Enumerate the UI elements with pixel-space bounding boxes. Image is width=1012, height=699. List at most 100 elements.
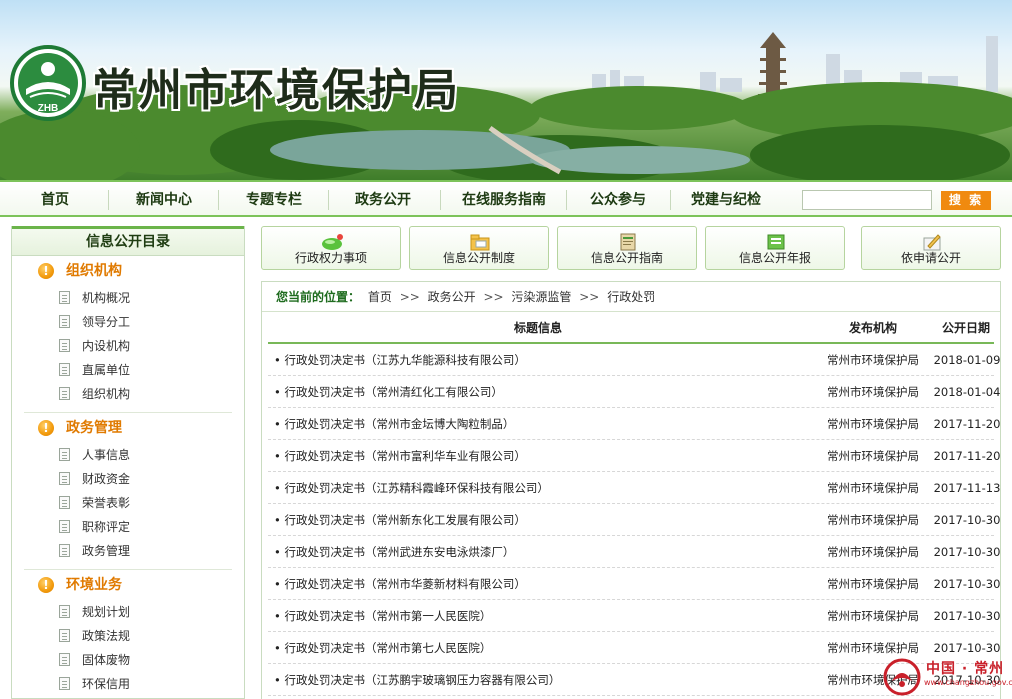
nav-news[interactable]: 新闻中心 — [122, 190, 206, 210]
sidebar-item-label: 荣誉表彰 — [82, 496, 131, 510]
document-icon — [59, 448, 70, 461]
row-date: 2017-10-30 — [933, 577, 1001, 591]
row-org: 常州市环境保护局 — [827, 417, 919, 431]
row-title-link[interactable]: • 行政处罚决定书（常州市第一人民医院） — [274, 600, 814, 632]
document-icon — [59, 677, 70, 690]
document-icon — [59, 520, 70, 533]
document-icon — [59, 544, 70, 557]
sidebar-item-label: 环保信用 — [82, 677, 131, 691]
sidebar-item-label: 职称评定 — [82, 520, 131, 534]
document-icon — [59, 653, 70, 666]
sidebar-item[interactable]: 职称评定 — [12, 515, 244, 539]
column-header-title: 标题信息 — [513, 321, 562, 335]
sidebar-item[interactable]: 内设机构 — [12, 334, 244, 358]
row-title-link[interactable]: • 行政处罚决定书（江苏九华能源科技有限公司） — [274, 344, 814, 376]
sidebar-item-label: 财政资金 — [82, 472, 131, 486]
table-row: • 行政处罚决定书（常州市金坛博大陶粒制品） 常州市环境保护局 2017-11-… — [268, 408, 1000, 440]
quick-button-annual-report[interactable]: 信息公开年报 — [705, 226, 845, 270]
sidebar-item[interactable]: 领导分工 — [12, 310, 244, 334]
breadcrumb-separator: >> — [399, 290, 420, 304]
sidebar-item[interactable]: 组织机构 — [12, 382, 244, 406]
row-org: 常州市环境保护局 — [827, 385, 919, 399]
row-title-link[interactable]: • 行政处罚决定书（常州清红化工有限公司） — [274, 376, 814, 408]
search-input[interactable] — [802, 190, 932, 210]
row-org: 常州市环境保护局 — [827, 481, 919, 495]
document-icon — [59, 629, 70, 642]
quick-button-disclosure-system[interactable]: 信息公开制度 — [409, 226, 549, 270]
table-row: • 行政处罚决定书（江苏精科霞峰环保科技有限公司） 常州市环境保护局 2017-… — [268, 472, 1000, 504]
exclamation-icon: ! — [38, 420, 54, 436]
nav-party-discipline[interactable]: 党建与纪检 — [680, 190, 772, 210]
row-title-link[interactable]: • 行政处罚决定书（常州新东化工发展有限公司） — [274, 504, 814, 536]
sidebar-section-title[interactable]: ! 环境业务 — [12, 570, 244, 600]
document-icon — [59, 363, 70, 376]
sidebar-item-label: 政务管理 — [82, 544, 131, 558]
header-banner: ZHB 常州市环境保护局 — [0, 0, 1012, 180]
nav-topics[interactable]: 专题专栏 — [232, 190, 316, 210]
sidebar-section-title[interactable]: ! 政务管理 — [12, 413, 244, 443]
row-date: 2018-01-09 — [933, 353, 1001, 367]
row-title-link[interactable]: • 行政处罚决定书（常州市富利华车业有限公司） — [274, 440, 814, 472]
nav-home[interactable]: 首页 — [22, 190, 88, 210]
breadcrumb-current[interactable]: 行政处罚 — [607, 290, 655, 304]
sidebar-item-label: 组织机构 — [82, 387, 131, 401]
table-row: • 行政处罚决定书（常州市华菱新材料有限公司） 常州市环境保护局 2017-10… — [268, 568, 1000, 600]
sidebar-item-label: 规划计划 — [82, 605, 131, 619]
row-date: 2017-10-30 — [933, 513, 1001, 527]
quick-button-apply-disclosure[interactable]: 依申请公开 — [861, 226, 1001, 270]
row-title-link[interactable]: • 行政处罚决定书（常州武进东安电泳烘漆厂） — [274, 536, 814, 568]
sidebar-item[interactable]: 政务管理 — [12, 539, 244, 563]
sidebar-item[interactable]: 规划计划 — [12, 600, 244, 624]
table-row: • 行政处罚决定书（江苏九华能源科技有限公司） 常州市环境保护局 2018-01… — [268, 344, 1000, 376]
changzhou-emblem-icon — [883, 658, 921, 696]
breadcrumb-lead: 您当前的位置： — [276, 290, 361, 304]
site-title: 常州市环境保护局 — [92, 65, 460, 116]
row-title-link[interactable]: • 行政处罚决定书（常州市金坛博大陶粒制品） — [274, 408, 814, 440]
sidebar-item[interactable]: 机构概况 — [12, 286, 244, 310]
row-date: 2017-11-20 — [933, 417, 1001, 431]
document-icon — [59, 472, 70, 485]
sidebar-item[interactable]: 固体废物 — [12, 648, 244, 672]
nav-divider — [670, 190, 671, 210]
row-title-link[interactable]: • 行政处罚决定书（江苏鹏宇玻璃钢压力容器有限公司） — [274, 664, 814, 696]
search-button[interactable]: 搜 索 — [941, 191, 991, 210]
sidebar-section-title[interactable]: ! 组织机构 — [12, 256, 244, 286]
table-row: • 行政处罚决定书（常州清红化工有限公司） 常州市环境保护局 2018-01-0… — [268, 376, 1000, 408]
row-org: 常州市环境保护局 — [827, 449, 919, 463]
table-header: 标题信息 发布机构 公开日期 — [268, 312, 994, 344]
nav-government[interactable]: 政务公开 — [341, 190, 425, 210]
document-icon — [59, 387, 70, 400]
sidebar-item-label: 领导分工 — [82, 315, 131, 329]
document-icon — [59, 315, 70, 328]
sidebar-item[interactable]: 人事信息 — [12, 443, 244, 467]
row-title-link[interactable]: • 行政处罚决定书（常州市第七人民医院） — [274, 632, 814, 664]
sidebar-item-label: 直属单位 — [82, 363, 131, 377]
sidebar-item-label: 政策法规 — [82, 629, 131, 643]
zhb-logo: ZHB — [10, 45, 86, 121]
nav-divider — [566, 190, 567, 210]
breadcrumb-link[interactable]: 首页 — [368, 290, 392, 304]
sidebar-item[interactable]: 政策法规 — [12, 624, 244, 648]
quick-button-power-items[interactable]: 行政权力事项 — [261, 226, 401, 270]
row-org: 常州市环境保护局 — [827, 353, 919, 367]
sidebar-item[interactable]: 财政资金 — [12, 467, 244, 491]
breadcrumb-link[interactable]: 政务公开 — [428, 290, 476, 304]
nav-online-service[interactable]: 在线服务指南 — [449, 190, 559, 210]
row-date: 2017-11-20 — [933, 449, 1001, 463]
row-title-link[interactable]: • 行政处罚决定书（江苏精科霞峰环保科技有限公司） — [274, 472, 814, 504]
row-title-link[interactable]: • 行政处罚决定书（常州市华菱新材料有限公司） — [274, 568, 814, 600]
breadcrumb-link[interactable]: 污染源监管 — [511, 290, 571, 304]
quick-button-label: 信息公开制度 — [442, 251, 515, 265]
sidebar-item-label: 内设机构 — [82, 339, 131, 353]
row-org: 常州市环境保护局 — [827, 577, 919, 591]
sidebar-item[interactable]: 直属单位 — [12, 358, 244, 382]
sidebar-item[interactable]: 荣誉表彰 — [12, 491, 244, 515]
table-row: • 行政处罚决定书（常州武进东安电泳烘漆厂） 常州市环境保护局 2017-10-… — [268, 536, 1000, 568]
nav-public-participation[interactable]: 公众参与 — [576, 190, 660, 210]
quick-button-disclosure-guide[interactable]: 信息公开指南 — [557, 226, 697, 270]
watermark-url: www.changzhou.gov.cn — [924, 678, 1012, 687]
sidebar-item[interactable]: 环保信用 — [12, 672, 244, 696]
svg-text:ZHB: ZHB — [38, 103, 59, 114]
sidebar-section-administration: ! 政务管理 人事信息 财政资金 荣誉表彰 职称评定 政务管理 — [12, 413, 244, 570]
sidebar-item-label: 固体废物 — [82, 653, 131, 667]
